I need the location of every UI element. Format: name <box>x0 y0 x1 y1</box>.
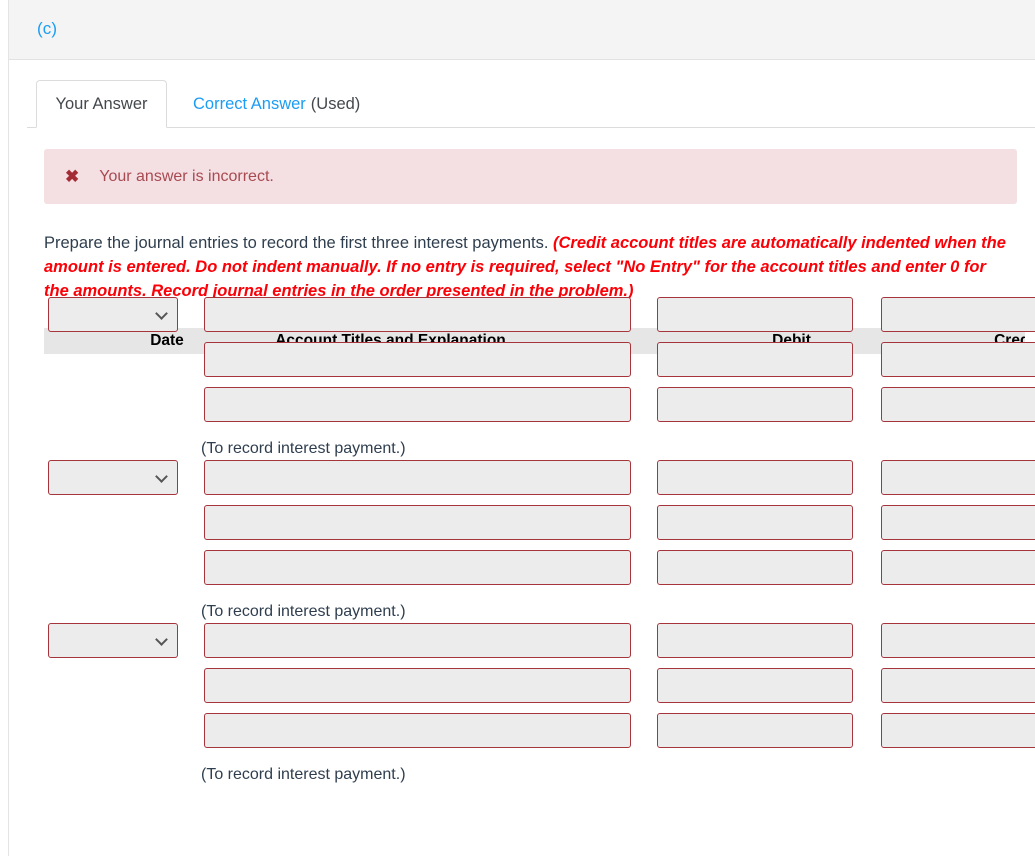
credit-field-1-1[interactable] <box>881 297 1035 332</box>
part-label: (c) <box>37 19 58 38</box>
account-field-2-1[interactable] <box>204 460 631 495</box>
debit-field-3-3[interactable] <box>657 713 853 748</box>
tab-your-answer-label: Your Answer <box>55 94 148 113</box>
credit-field-2-2[interactable] <box>881 505 1035 540</box>
part-header-band: (c) <box>9 0 1035 60</box>
instruction-lead: Prepare the journal entries to record th… <box>44 234 554 252</box>
debit-field-3-1[interactable] <box>657 623 853 658</box>
tab-correct-answer[interactable]: Correct Answer (Used) <box>193 80 360 128</box>
journal-entry-block: (To record interest payment.) <box>0 297 1035 460</box>
journal-entry-block: (To record interest payment.) <box>0 460 1035 623</box>
credit-field-3-2[interactable] <box>881 668 1035 703</box>
page-root: (c) Your Answer Correct Answer (Used) ✖ Y… <box>0 0 1035 856</box>
chevron-down-icon <box>156 309 167 320</box>
debit-field-1-2[interactable] <box>657 342 853 377</box>
credit-field-1-3[interactable] <box>881 387 1035 422</box>
account-field-1-1[interactable] <box>204 297 631 332</box>
account-field-1-2[interactable] <box>204 342 631 377</box>
chevron-down-icon <box>156 635 167 646</box>
credit-field-2-3[interactable] <box>881 550 1035 585</box>
x-mark-icon: ✖ <box>65 167 80 186</box>
credit-field-1-2[interactable] <box>881 342 1035 377</box>
debit-field-2-1[interactable] <box>657 460 853 495</box>
debit-field-2-3[interactable] <box>657 550 853 585</box>
incorrect-answer-alert: ✖ Your answer is incorrect. <box>44 149 1017 204</box>
alert-message: Your answer is incorrect. <box>99 167 274 185</box>
account-field-3-2[interactable] <box>204 668 631 703</box>
debit-field-1-1[interactable] <box>657 297 853 332</box>
tab-correct-answer-used-label: (Used) <box>310 94 361 113</box>
entry-memo-1: (To record interest payment.) <box>201 440 406 457</box>
debit-field-1-3[interactable] <box>657 387 853 422</box>
date-select-2[interactable] <box>48 460 178 495</box>
entry-memo-2: (To record interest payment.) <box>201 603 406 620</box>
account-field-3-1[interactable] <box>204 623 631 658</box>
account-field-1-3[interactable] <box>204 387 631 422</box>
account-field-2-2[interactable] <box>204 505 631 540</box>
tab-your-answer[interactable]: Your Answer <box>36 80 167 128</box>
credit-field-3-1[interactable] <box>881 623 1035 658</box>
tab-strip-underline <box>27 127 1035 128</box>
chevron-down-icon <box>156 472 167 483</box>
account-field-2-3[interactable] <box>204 550 631 585</box>
date-select-1[interactable] <box>48 297 178 332</box>
date-select-3[interactable] <box>48 623 178 658</box>
debit-field-3-2[interactable] <box>657 668 853 703</box>
entry-memo-3: (To record interest payment.) <box>201 766 406 783</box>
instruction-text: Prepare the journal entries to record th… <box>44 231 1009 303</box>
credit-field-2-1[interactable] <box>881 460 1035 495</box>
account-field-3-3[interactable] <box>204 713 631 748</box>
credit-field-3-3[interactable] <box>881 713 1035 748</box>
tab-correct-answer-label: Correct Answer <box>193 94 306 113</box>
debit-field-2-2[interactable] <box>657 505 853 540</box>
journal-entry-block: (To record interest payment.) <box>0 623 1035 786</box>
tab-strip: Your Answer Correct Answer (Used) <box>27 80 1035 128</box>
